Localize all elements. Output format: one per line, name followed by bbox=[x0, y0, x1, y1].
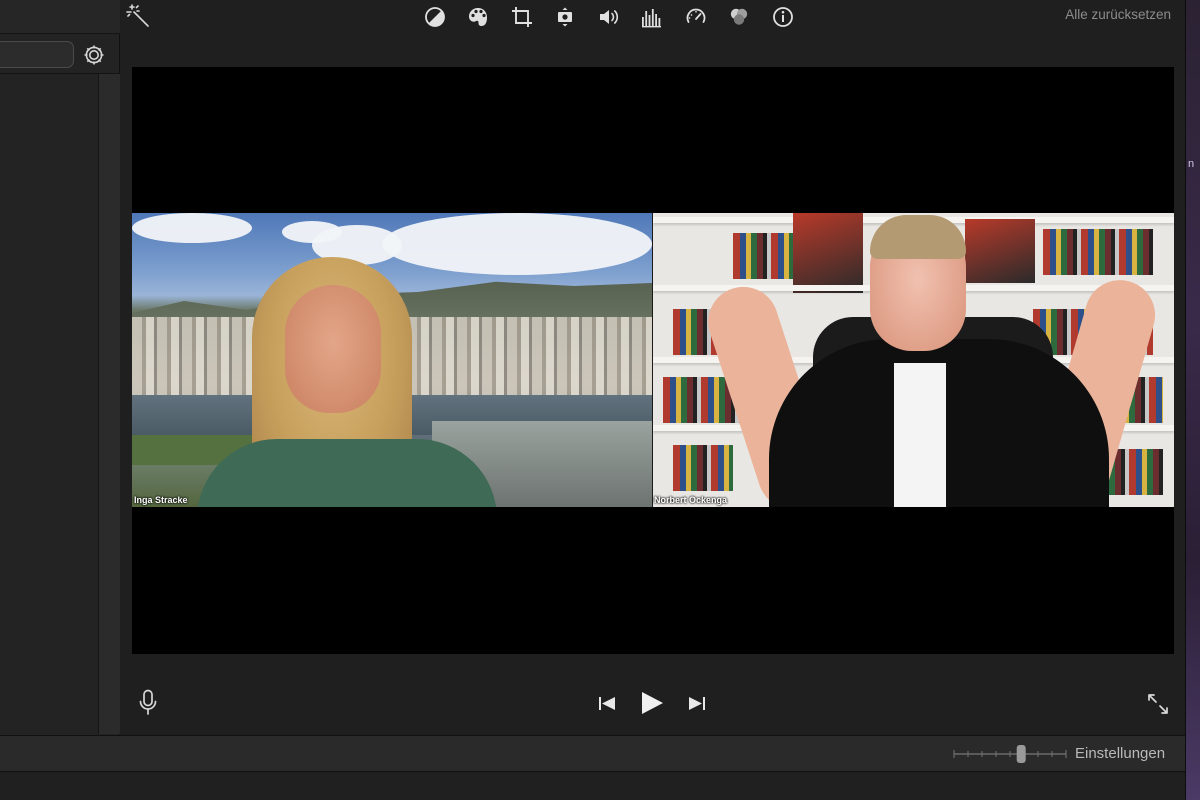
play-icon[interactable] bbox=[639, 690, 665, 716]
video-frame: Inga Stracke Norbert Ockenga bbox=[132, 213, 1174, 507]
zoom-slider-knob[interactable] bbox=[1016, 745, 1026, 763]
color-correction-icon[interactable] bbox=[457, 4, 501, 30]
video-canvas[interactable]: Inga Stracke Norbert Ockenga bbox=[132, 67, 1174, 654]
microphone-icon[interactable] bbox=[137, 689, 159, 717]
crop-icon[interactable] bbox=[500, 4, 544, 30]
participant-right-name: Norbert Ockenga bbox=[654, 495, 728, 505]
timeline-toolbar: Einstellungen bbox=[0, 735, 1185, 772]
participant-right-figure bbox=[693, 213, 1173, 507]
adjustments-toolbar bbox=[413, 4, 805, 30]
clip-filter-icon[interactable] bbox=[718, 4, 762, 30]
participant-left-name: Inga Stracke bbox=[134, 495, 188, 505]
timeline-area[interactable] bbox=[0, 772, 1185, 800]
color-balance-icon[interactable] bbox=[413, 4, 457, 30]
magic-wand-icon[interactable] bbox=[125, 3, 151, 29]
viewer: Alle zurücksetzen Inga Stracke Norbert O… bbox=[121, 0, 1184, 735]
search-input[interactable] bbox=[0, 41, 74, 68]
gear-icon[interactable] bbox=[82, 43, 106, 67]
browser-scrollbar[interactable] bbox=[98, 74, 120, 734]
reset-all-button[interactable]: Alle zurücksetzen bbox=[1065, 7, 1171, 22]
skip-forward-icon[interactable] bbox=[686, 690, 708, 716]
video-participant-right: Norbert Ockenga bbox=[653, 213, 1174, 507]
noise-reduction-equalizer-icon[interactable] bbox=[631, 4, 675, 30]
desktop-edge: n bbox=[1185, 0, 1200, 800]
stabilization-icon[interactable] bbox=[544, 4, 588, 30]
media-browser-panel bbox=[0, 0, 120, 735]
video-participant-left: Inga Stracke bbox=[132, 213, 652, 507]
settings-button[interactable]: Einstellungen bbox=[1075, 745, 1165, 762]
fullscreen-icon[interactable] bbox=[1146, 692, 1170, 716]
speed-icon[interactable] bbox=[674, 4, 718, 30]
desktop-edge-text: n bbox=[1188, 158, 1195, 170]
info-icon[interactable] bbox=[761, 4, 805, 30]
skip-back-icon[interactable] bbox=[596, 690, 618, 716]
participant-left-figure bbox=[197, 257, 497, 507]
timeline-zoom-slider[interactable] bbox=[952, 744, 1068, 764]
browser-header bbox=[0, 0, 120, 34]
volume-icon[interactable] bbox=[587, 4, 631, 30]
